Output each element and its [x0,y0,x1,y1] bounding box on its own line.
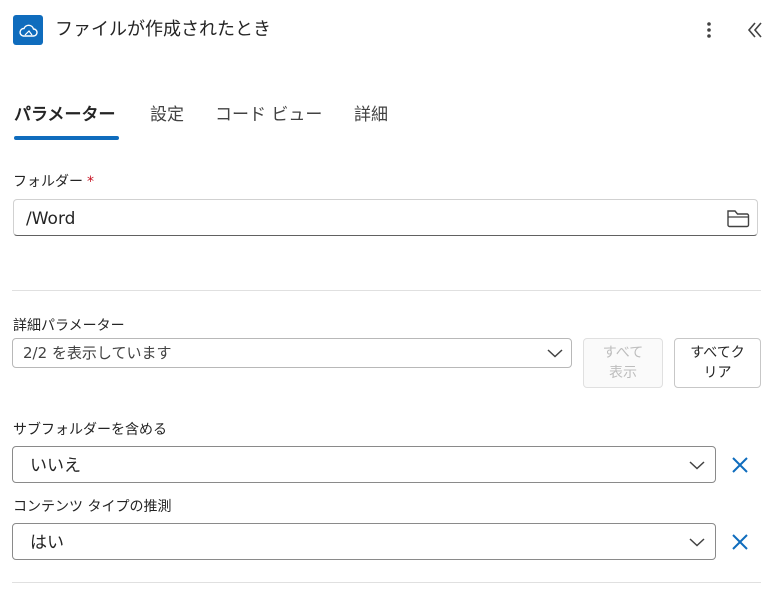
double-chevron-left-icon [747,22,762,38]
active-tab-indicator [14,136,119,140]
show-all-label: すべて 表示 [602,345,644,381]
section-divider [12,290,761,291]
tab-code-view[interactable]: コード ビュー [215,104,322,126]
folder-label-text: フォルダー [13,174,83,190]
section-divider-bottom [12,582,761,583]
advanced-parameters-label: 詳細パラメーター [13,318,125,334]
show-all-button[interactable]: すべて 表示 [583,338,663,388]
infer-content-type-label: コンテンツ タイプの推測 [13,499,172,515]
include-subfolders-label: サブフォルダーを含める [13,422,167,438]
chevron-down-icon[interactable] [688,459,706,471]
tab-settings[interactable]: 設定 [150,104,184,126]
clear-all-label: すべてク リア [690,345,745,381]
onedrive-cloud-icon [19,24,38,37]
folder-icon [727,210,750,228]
folder-label: フォルダー * [13,173,94,191]
more-vertical-icon [707,22,711,38]
folder-input-value[interactable]: /Word [26,208,75,230]
chevron-down-icon[interactable] [546,347,564,359]
remove-subfolders-param-button[interactable] [729,454,751,476]
folder-picker-button[interactable] [725,206,751,230]
remove-content-type-param-button[interactable] [729,531,751,553]
collapse-panel-button[interactable] [744,18,766,42]
folder-input[interactable] [13,199,758,236]
page-title: ファイルが作成されたとき [55,19,271,40]
infer-content-type-value[interactable]: はい [30,532,64,554]
clear-all-button[interactable]: すべてク リア [674,338,761,388]
advanced-parameters-value[interactable]: 2/2 を表示しています [23,344,171,362]
app-icon [13,15,43,45]
tab-details[interactable]: 詳細 [354,104,388,126]
chevron-down-icon[interactable] [688,536,706,548]
more-options-button[interactable] [698,17,720,43]
include-subfolders-value[interactable]: いいえ [30,455,81,477]
infer-content-type-dropdown[interactable] [12,523,716,560]
include-subfolders-dropdown[interactable] [12,446,716,483]
tab-parameters[interactable]: パラメーター [14,104,116,126]
required-mark: * [87,174,94,190]
